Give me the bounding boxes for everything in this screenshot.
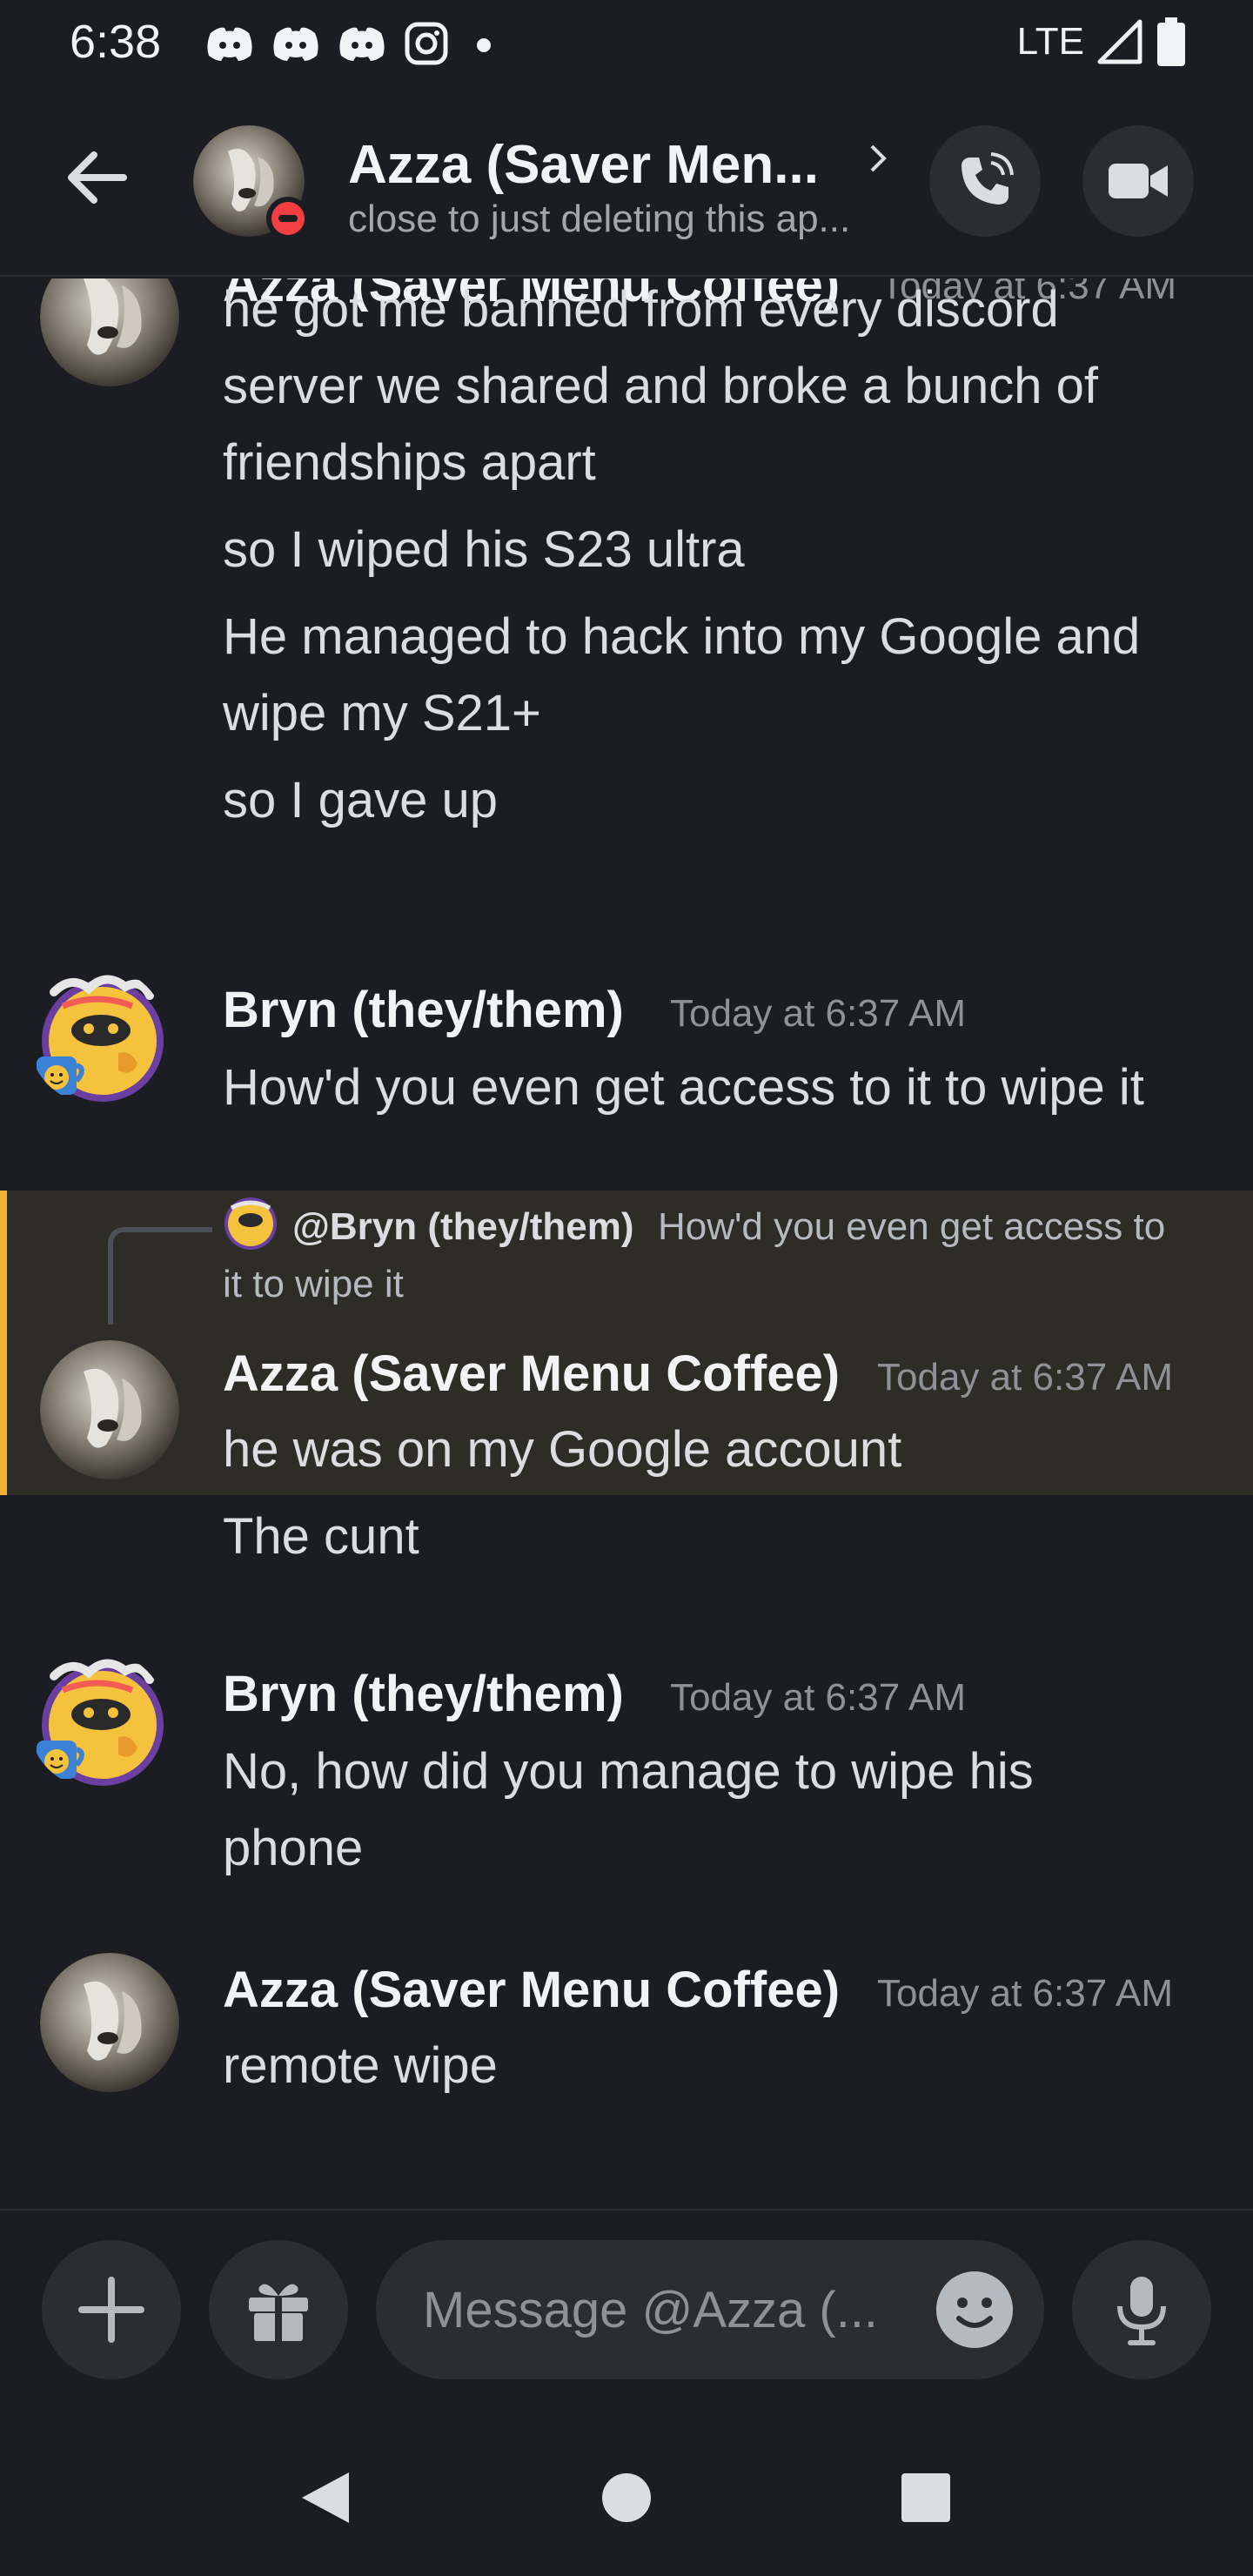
dnd-status-icon	[266, 197, 310, 240]
voice-call-button[interactable]	[929, 125, 1041, 237]
plus-icon	[78, 2277, 144, 2343]
discord-icon	[207, 27, 252, 62]
message-text[interactable]: phone	[223, 1810, 363, 1887]
reply-preview[interactable]: How'd you even get access to	[658, 1203, 1165, 1251]
nav-back-button[interactable]	[282, 2454, 369, 2541]
avatar[interactable]	[28, 966, 167, 1105]
composer-bar: Message @Azza (...	[0, 2209, 1253, 2411]
nav-home-button[interactable]	[583, 2454, 670, 2541]
message-list[interactable]: Azza (Saver Menu Coffee) Today at 6:37 A…	[0, 278, 1253, 2209]
add-attachment-button[interactable]	[42, 2240, 181, 2379]
message-input-placeholder: Message @Azza (...	[423, 2282, 879, 2338]
system-nav-bar	[0, 2411, 1253, 2576]
message-text[interactable]: He managed to hack into my Google and	[223, 599, 1140, 675]
status-time: 6:38	[70, 16, 162, 68]
dot-icon	[477, 38, 491, 52]
arrow-left-icon	[68, 151, 127, 204]
message-text[interactable]: wipe my S21+	[223, 675, 541, 752]
message-text[interactable]: The cunt	[223, 1499, 419, 1575]
message-text[interactable]: so I wiped his S23 ultra	[223, 512, 745, 588]
video-call-button[interactable]	[1082, 125, 1194, 237]
message-timestamp: Today at 6:37 AM	[877, 1356, 1173, 1399]
nav-recents-button[interactable]	[882, 2454, 969, 2541]
avatar[interactable]	[28, 1650, 167, 1789]
message-author[interactable]: Azza (Saver Menu Coffee)	[223, 1344, 840, 1405]
reply-preview[interactable]: it to wipe it	[223, 1260, 404, 1309]
message-timestamp: Today at 6:37 AM	[670, 992, 966, 1035]
message-author[interactable]: Bryn (they/them)	[223, 1664, 624, 1725]
voice-call-icon	[962, 152, 1014, 205]
voice-message-button[interactable]	[1072, 2240, 1211, 2379]
chat-header: Azza (Saver Men... close to just deletin…	[0, 84, 1253, 277]
gift-icon	[249, 2284, 308, 2341]
back-button[interactable]	[56, 136, 139, 219]
message-timestamp: Today at 6:37 AM	[670, 1676, 966, 1719]
status-bar: 6:38 LTE	[0, 0, 1253, 84]
recents-square-icon	[901, 2473, 950, 2522]
chevron-right-icon[interactable]	[865, 141, 891, 176]
message-author[interactable]: Azza (Saver Menu Coffee)	[223, 1960, 840, 2021]
discord-icon	[273, 27, 318, 62]
emoji-icon[interactable]	[936, 2271, 1013, 2348]
reply-avatar	[224, 1197, 277, 1250]
message-text[interactable]: so I gave up	[223, 762, 498, 839]
message-text[interactable]: server we shared and broke a bunch of	[223, 348, 1098, 425]
message-text[interactable]: friendships apart	[223, 425, 596, 501]
network-type: LTE	[1016, 20, 1084, 63]
message-text[interactable]: he was on my Google account	[223, 1412, 901, 1488]
reply-connector	[108, 1227, 212, 1325]
message-timestamp: Today at 6:37 AM	[877, 1972, 1173, 2015]
reply-username[interactable]: @Bryn (they/them)	[292, 1203, 634, 1251]
instagram-icon	[405, 22, 448, 65]
channel-title[interactable]: Azza (Saver Men...	[348, 132, 853, 198]
system-status-icons: LTE	[1017, 16, 1187, 68]
message-text[interactable]: How'd you even get access to it to wipe …	[223, 1050, 1144, 1126]
video-call-icon	[1109, 164, 1168, 198]
signal-icon	[1097, 19, 1142, 64]
avatar[interactable]	[40, 1340, 179, 1479]
message-input[interactable]: Message @Azza (...	[376, 2240, 1044, 2379]
message-text[interactable]: No, how did you manage to wipe his	[223, 1734, 1034, 1810]
back-triangle-icon	[302, 2472, 349, 2523]
notification-icons	[205, 19, 501, 68]
home-circle-icon	[602, 2473, 651, 2522]
microphone-icon	[1117, 2277, 1166, 2345]
battery-icon	[1157, 17, 1185, 66]
avatar[interactable]	[40, 1953, 179, 2092]
message-author[interactable]: Bryn (they/them)	[223, 980, 624, 1041]
avatar[interactable]	[40, 278, 179, 386]
discord-icon	[339, 27, 385, 62]
message-text[interactable]: he got me banned from every discord	[223, 278, 1059, 348]
custom-status: close to just deleting this ap...	[348, 198, 851, 240]
gift-button[interactable]	[209, 2240, 348, 2379]
message-text[interactable]: remote wipe	[223, 2028, 498, 2104]
